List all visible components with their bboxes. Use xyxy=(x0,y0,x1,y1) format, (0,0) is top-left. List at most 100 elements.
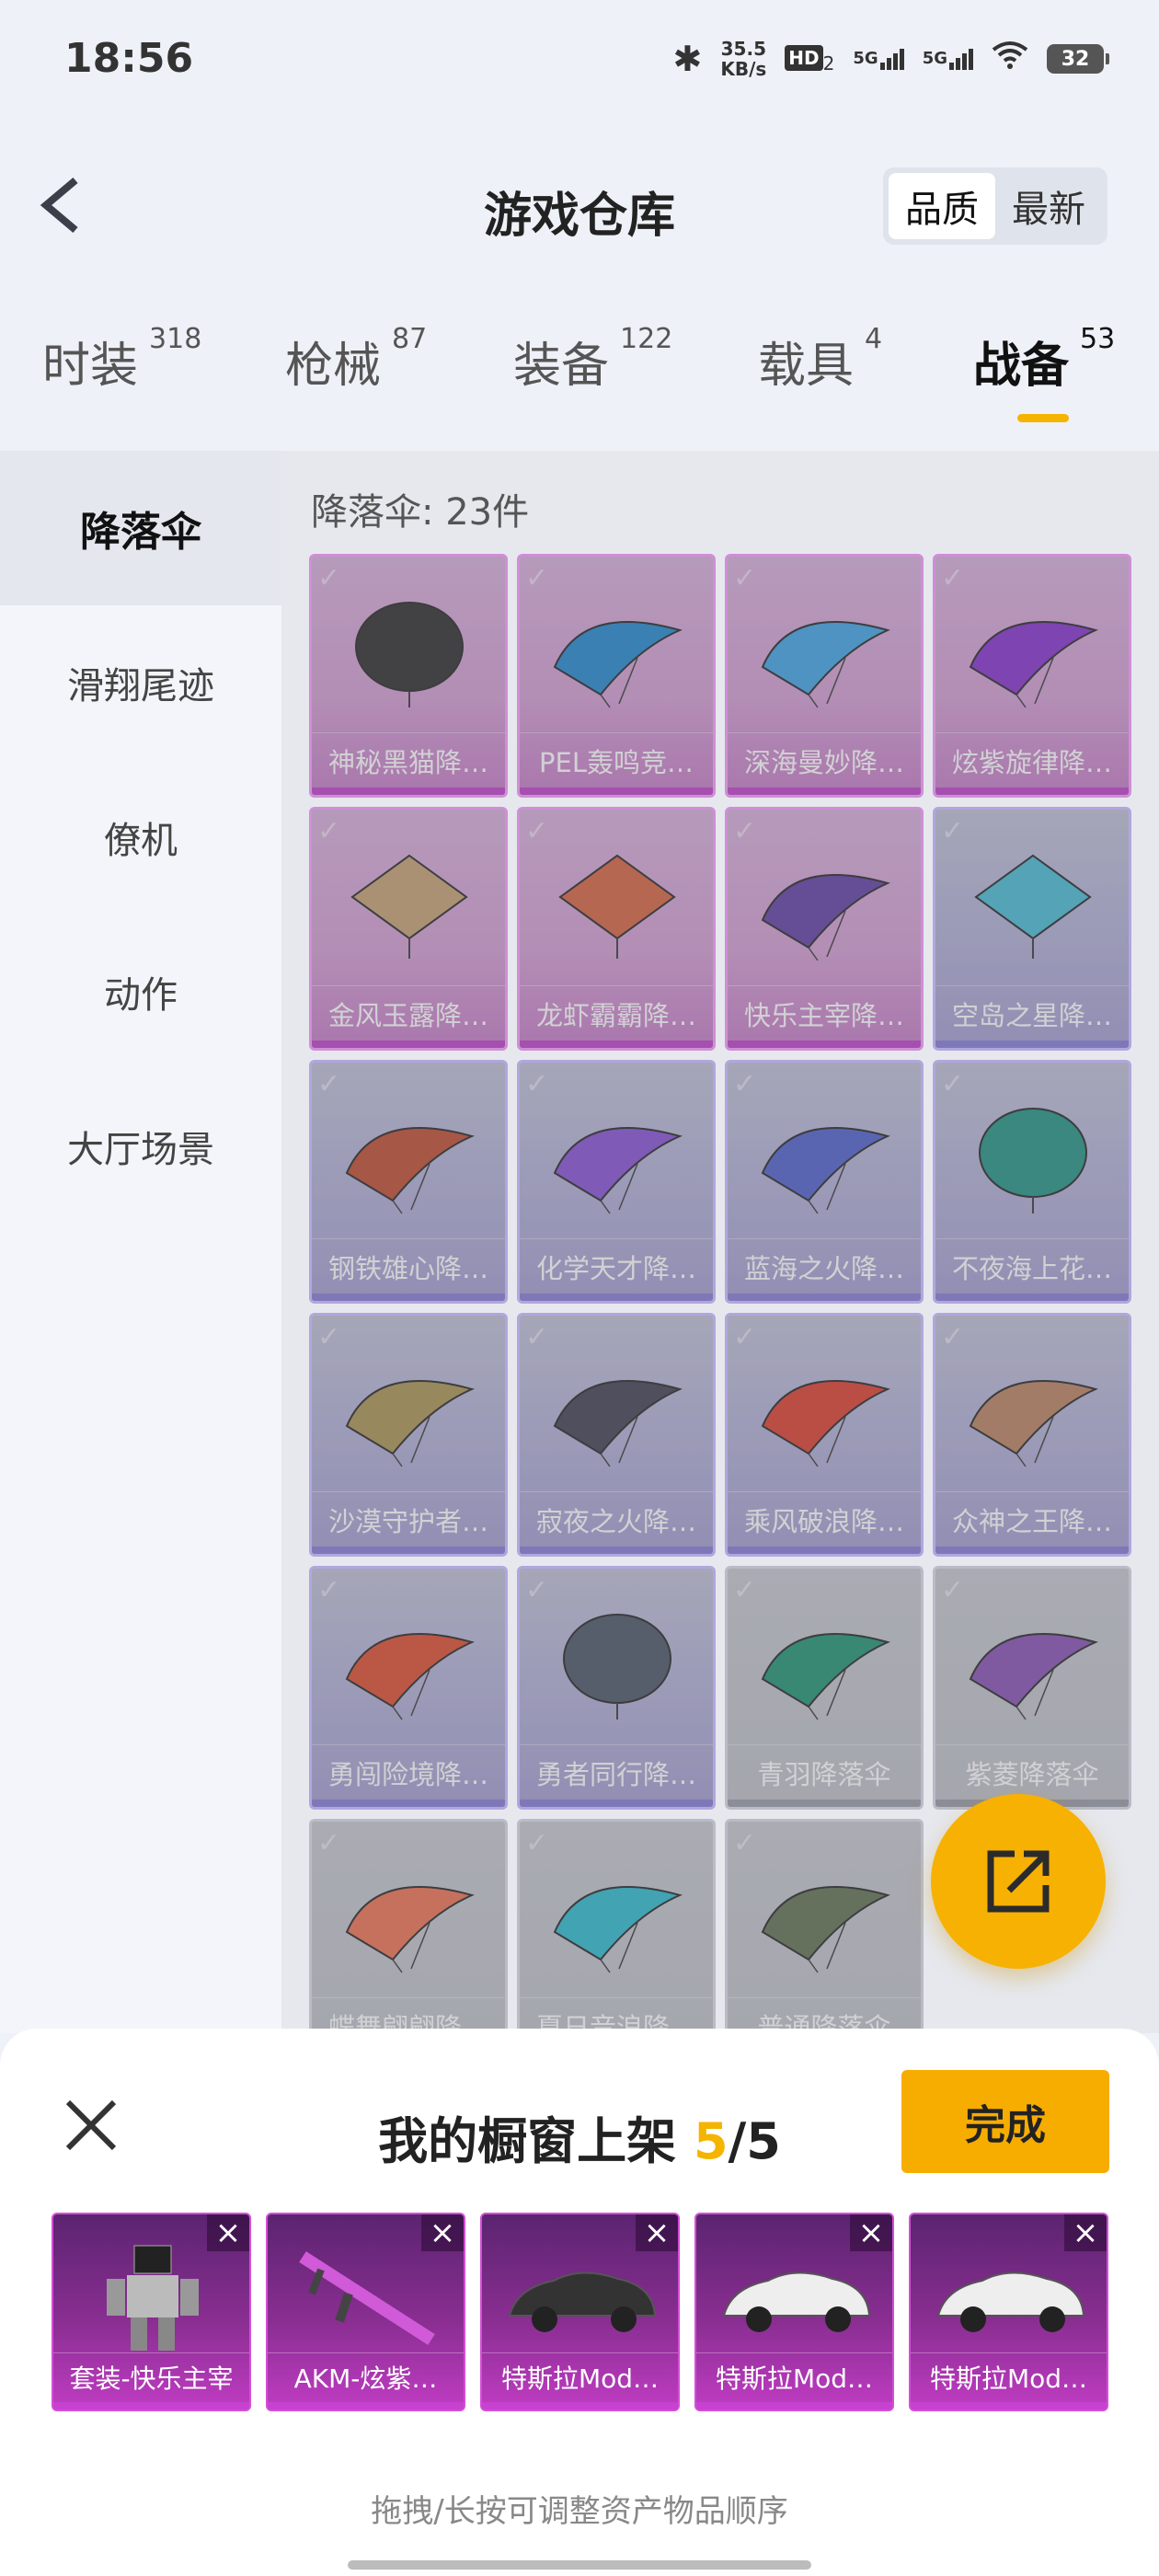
overlay xyxy=(312,810,505,1048)
tab-label: 枪械 xyxy=(285,339,382,394)
showcase-slot[interactable]: × 特斯拉Mod… xyxy=(480,2213,680,2411)
showcase-total: /5 xyxy=(728,2112,781,2170)
showcase-slot[interactable]: × 套装-快乐主宰 xyxy=(52,2213,251,2411)
parachute-card[interactable]: ✓ 寂夜之火降… xyxy=(517,1313,716,1557)
sidebar-item-emote[interactable]: 动作 xyxy=(0,914,281,1069)
parachute-card[interactable]: ✓ 深海曼妙降… xyxy=(725,554,924,798)
parachute-card[interactable]: ✓ 乘风破浪降… xyxy=(725,1313,924,1557)
car-icon xyxy=(936,2271,1085,2332)
tab-tactical[interactable]: 战备 53 xyxy=(973,323,1115,396)
sidebar-item-wingman[interactable]: 僚机 xyxy=(0,760,281,914)
overlay xyxy=(935,557,1129,795)
parachute-card[interactable]: ✓ 炫紫旋律降… xyxy=(933,554,1131,798)
net-speed: 35.5 KB/s xyxy=(720,39,766,79)
sidebar-item-lobby-scene[interactable]: 大厅场景 xyxy=(0,1069,281,1224)
showcase-slot[interactable]: × 特斯拉Mod… xyxy=(909,2213,1108,2411)
overlay xyxy=(935,1569,1129,1807)
category-tabs: 时装 318 枪械 87 装备 122 载具 4 战备 53 xyxy=(0,323,1159,437)
overlay xyxy=(935,1063,1129,1301)
rifle-icon xyxy=(299,2251,435,2345)
overlay xyxy=(520,1063,713,1301)
overlay xyxy=(728,1822,921,2033)
parachute-card[interactable]: ✓ 普通降落伞 xyxy=(725,1819,924,2033)
sort-newest-button[interactable]: 最新 xyxy=(995,173,1102,239)
hd-voice-icon: HD 2 xyxy=(785,44,834,74)
tab-fashion[interactable]: 时装 318 xyxy=(42,323,201,396)
slot-name-text: 特斯拉Mod… xyxy=(715,2363,874,2394)
hd-badge: HD xyxy=(785,44,823,71)
parachute-card[interactable]: ✓ 快乐主宰降… xyxy=(725,807,924,1051)
share-icon xyxy=(987,1850,1050,1913)
tab-equipment[interactable]: 装备 122 xyxy=(513,323,672,396)
overlay xyxy=(312,557,505,795)
parachute-card[interactable]: ✓ 勇者同行降… xyxy=(517,1566,716,1810)
tab-count: 318 xyxy=(149,323,202,355)
slot-name-text: AKM-炫紫… xyxy=(293,2363,438,2394)
done-button[interactable]: 完成 xyxy=(901,2070,1109,2173)
parachute-card[interactable]: ✓ 夏日音浪降… xyxy=(517,1819,716,2033)
sidebar-item-parachute[interactable]: 降落伞 xyxy=(0,451,281,605)
app-root: 18:56 ✱ 35.5 KB/s HD 2 5G 5G 32 游戏仓库 品质 … xyxy=(0,0,1159,2576)
overlay xyxy=(935,810,1129,1048)
sidebar-item-glide-trail[interactable]: 滑翔尾迹 xyxy=(0,605,281,760)
slot-name-text: 特斯拉Mod… xyxy=(929,2363,1088,2394)
parachute-card[interactable]: ✓ 青羽降落伞 xyxy=(725,1566,924,1810)
battery-icon: 32 xyxy=(1047,44,1109,74)
signal-icon: 5G xyxy=(923,48,973,70)
parachute-card[interactable]: ✓ 龙虾霸霸降… xyxy=(517,807,716,1051)
rarity-bar xyxy=(911,2402,1107,2409)
status-bar: 18:56 ✱ 35.5 KB/s HD 2 5G 5G 32 xyxy=(0,0,1159,110)
showcase-current-count: 5 xyxy=(693,2112,729,2170)
share-button[interactable] xyxy=(931,1794,1106,1969)
parachute-card[interactable]: ✓ 沙漠守护者… xyxy=(309,1313,508,1557)
parachute-card[interactable]: ✓ 空岛之星降… xyxy=(933,807,1131,1051)
overlay xyxy=(935,1316,1129,1554)
parachute-card[interactable]: ✓ 不夜海上花… xyxy=(933,1060,1131,1304)
slot-name-text: 特斯拉Mod… xyxy=(500,2363,660,2394)
parachute-card[interactable]: ✓ 紫菱降落伞 xyxy=(933,1566,1131,1810)
showcase-slot[interactable]: × AKM-炫紫… xyxy=(266,2213,465,2411)
tab-label: 载具 xyxy=(758,339,855,394)
signal-label: 5G xyxy=(853,48,878,68)
overlay xyxy=(728,1316,921,1554)
rarity-bar xyxy=(482,2402,678,2409)
sort-toggle: 品质 最新 xyxy=(883,167,1107,245)
parachute-card[interactable]: ✓ 钢铁雄心降… xyxy=(309,1060,508,1304)
car-icon xyxy=(722,2271,871,2332)
tab-guns[interactable]: 枪械 87 xyxy=(285,323,427,396)
overlay xyxy=(312,1316,505,1554)
overlay xyxy=(520,1822,713,2033)
overlay xyxy=(728,810,921,1048)
bluetooth-icon: ✱ xyxy=(672,39,703,79)
parachute-card[interactable]: ✓ 蝶舞翩翩降… xyxy=(309,1819,508,2033)
overlay xyxy=(728,1569,921,1807)
home-indicator[interactable] xyxy=(348,2560,811,2570)
parachute-card[interactable]: ✓ 金风玉露降… xyxy=(309,807,508,1051)
parachute-card[interactable]: ✓ PEL轰鸣竞… xyxy=(517,554,716,798)
overlay xyxy=(728,557,921,795)
tab-vehicles[interactable]: 载具 4 xyxy=(758,323,882,396)
overlay xyxy=(728,1063,921,1301)
overlay xyxy=(520,810,713,1048)
showcase-title-text: 我的橱窗上架 xyxy=(378,2112,694,2170)
robot-outfit-icon xyxy=(107,2245,199,2351)
tab-count: 87 xyxy=(392,323,428,355)
parachute-card[interactable]: ✓ 众神之王降… xyxy=(933,1313,1131,1557)
parachute-card[interactable]: ✓ 勇闯险境降… xyxy=(309,1566,508,1810)
content-area: 降落伞 滑翔尾迹 僚机 动作 大厅场景 降落伞: 23件 ✓ 神秘黑猫降… ✓ PEL… xyxy=(0,451,1159,2033)
active-tab-indicator xyxy=(1017,414,1069,422)
tab-label: 战备 xyxy=(973,339,1070,394)
rarity-bar xyxy=(53,2402,249,2409)
overlay xyxy=(520,1569,713,1807)
sort-quality-button[interactable]: 品质 xyxy=(889,173,995,239)
slot-name-text: 套装-快乐主宰 xyxy=(69,2363,234,2394)
parachute-card[interactable]: ✓ 蓝海之火降… xyxy=(725,1060,924,1304)
parachute-card[interactable]: ✓ 神秘黑猫降… xyxy=(309,554,508,798)
item-count: 降落伞: 23件 xyxy=(311,491,530,534)
showcase-slot[interactable]: × 特斯拉Mod… xyxy=(694,2213,894,2411)
parachute-card[interactable]: ✓ 化学天才降… xyxy=(517,1060,716,1304)
reorder-hint: 拖拽/长按可调整资产物品顺序 xyxy=(371,2493,788,2530)
rarity-bar xyxy=(696,2402,892,2409)
tab-count: 4 xyxy=(865,323,883,355)
tab-label: 时装 xyxy=(42,339,139,394)
